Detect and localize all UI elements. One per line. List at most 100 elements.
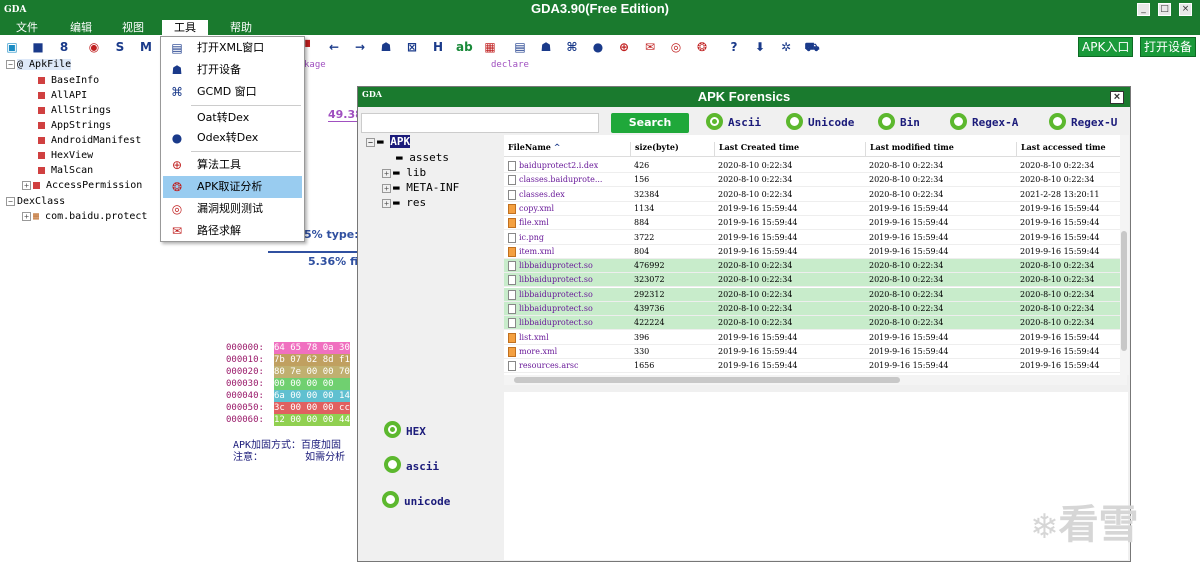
table-row[interactable]: item.xml 804 2019-9-16 15:59:44 2019-9-16 1…: [504, 245, 1124, 259]
collapse-icon[interactable]: −: [6, 59, 15, 69]
close-button[interactable]: ×: [1179, 3, 1192, 16]
filter-icon[interactable]: ✲: [778, 39, 794, 55]
menu-item-oat-dex[interactable]: Oat转Dex: [163, 107, 302, 129]
algorithm-icon[interactable]: ⊕: [616, 39, 632, 55]
radio-view-unicode[interactable]: [382, 491, 399, 508]
menu-item-apk-forensics[interactable]: ❂ APK取证分析: [163, 176, 302, 198]
ab-icon[interactable]: ab: [456, 39, 473, 55]
search-input[interactable]: [361, 113, 599, 133]
mail-icon[interactable]: ✉: [642, 39, 658, 55]
table-row[interactable]: libbaiduprotect.so 323072 2020-8-10 0:22:3…: [504, 273, 1124, 288]
table-row[interactable]: libbaiduprotect.so 422224 2020-8-10 0:22:3…: [504, 316, 1124, 331]
maximize-button[interactable]: □: [1158, 3, 1171, 16]
save-icon[interactable]: ■: [30, 39, 46, 55]
command-icon[interactable]: ⌘: [564, 39, 580, 55]
radio-regex-a[interactable]: [950, 113, 967, 130]
expand-icon[interactable]: +: [382, 183, 391, 193]
radio-bin[interactable]: [878, 113, 895, 130]
menu-item-open-device[interactable]: ☗ 打开设备: [163, 59, 302, 81]
menu-edit[interactable]: 编辑: [58, 20, 104, 35]
apk-entry-button[interactable]: APK入口: [1078, 37, 1134, 57]
col-modified[interactable]: Last modified time: [865, 142, 954, 157]
open-device-button[interactable]: 打开设备: [1140, 37, 1197, 57]
menu-view[interactable]: 视图: [110, 20, 156, 35]
back-arrow-icon[interactable]: ←: [326, 39, 342, 55]
android-icon[interactable]: ☗: [378, 39, 394, 55]
expand-icon[interactable]: +: [22, 180, 31, 190]
tree-package[interactable]: + ▦ com.baidu.protect: [22, 210, 147, 224]
col-accessed[interactable]: Last accessed time: [1016, 142, 1106, 157]
hex-icon[interactable]: H: [430, 39, 446, 55]
tree-item-allapi[interactable]: AllAPI: [38, 89, 87, 103]
table-row[interactable]: libbaiduprotect.so 476992 2020-8-10 0:22:3…: [504, 259, 1124, 274]
apk-root[interactable]: − ▬ APK: [366, 135, 411, 149]
tree-item-androidmanifest[interactable]: AndroidManifest: [38, 134, 141, 148]
radio-ascii[interactable]: [706, 113, 723, 130]
menu-item-path-solve[interactable]: ✉ 路径求解: [163, 220, 302, 242]
close-icon[interactable]: ×: [1110, 91, 1124, 104]
forward-arrow-icon[interactable]: →: [352, 39, 368, 55]
horizontal-scrollbar[interactable]: [504, 375, 1127, 385]
tree-item-malscan[interactable]: MalScan: [38, 164, 93, 178]
menu-help[interactable]: 帮助: [218, 20, 264, 35]
col-size[interactable]: size(byte): [630, 142, 679, 157]
table-row[interactable]: file.xml 884 2019-9-16 15:59:44 2019-9-16 1…: [504, 216, 1124, 231]
tree-item-accesspermission[interactable]: + AccessPermission: [22, 179, 142, 193]
collapse-icon[interactable]: −: [366, 137, 375, 147]
table-row[interactable]: classes.dex 32384 2020-8-10 0:22:34 2020-8-…: [504, 188, 1124, 202]
radio-view-ascii[interactable]: [384, 456, 401, 473]
tree-item-appstrings[interactable]: AppStrings: [38, 119, 111, 133]
scroll-thumb[interactable]: [514, 377, 900, 383]
col-created[interactable]: Last Created time: [714, 142, 799, 157]
collapse-icon[interactable]: −: [6, 196, 15, 206]
radio-hex[interactable]: [384, 421, 401, 438]
link-icon[interactable]: 8: [56, 39, 72, 55]
col-filename[interactable]: FileName ^: [504, 142, 560, 157]
radio-regex-u[interactable]: [1049, 113, 1066, 130]
table-row[interactable]: libbaiduprotect.so 439736 2020-8-10 0:22:3…: [504, 302, 1124, 316]
table-row[interactable]: more.xml 330 2019-9-16 15:59:44 2019-9-16 1…: [504, 345, 1124, 359]
folder-lib[interactable]: + ▬ lib: [382, 166, 426, 180]
table-row[interactable]: ic.png 3722 2019-9-16 15:59:44 2019-9-16 15…: [504, 231, 1124, 245]
search-button[interactable]: Search: [611, 113, 689, 133]
download-icon[interactable]: ⬇: [752, 39, 768, 55]
help-icon[interactable]: ?: [726, 39, 742, 55]
tree-item-allstrings[interactable]: AllStrings: [38, 104, 111, 118]
cart-icon[interactable]: ⛟: [804, 39, 820, 55]
xml-icon[interactable]: ▤: [512, 39, 528, 55]
grid-icon[interactable]: ▦: [482, 39, 498, 55]
radio-unicode[interactable]: [786, 113, 803, 130]
menu-item-algorithm[interactable]: ⊕ 算法工具: [163, 154, 302, 176]
menu-item-vuln-rule-test[interactable]: ◎ 漏洞规则测试: [163, 198, 302, 220]
expand-icon[interactable]: +: [382, 168, 391, 178]
xref-icon[interactable]: ⊠: [404, 39, 420, 55]
method-icon[interactable]: M: [138, 39, 154, 55]
menu-item-open-xml[interactable]: ▤ 打开XML窗口: [163, 37, 302, 59]
oat-icon[interactable]: ●: [590, 39, 606, 55]
table-row[interactable]: resources.arsc 1656 2019-9-16 15:59:44 2019…: [504, 359, 1124, 374]
tree-item-baseinfo[interactable]: BaseInfo: [38, 74, 99, 88]
folder-meta-inf[interactable]: + ▬ META-INF: [382, 181, 459, 195]
menu-tools[interactable]: 工具: [162, 20, 208, 35]
menu-item-odex-dex[interactable]: ● Odex转Dex: [163, 127, 302, 149]
fingerprint-icon[interactable]: ❂: [694, 39, 710, 55]
expand-icon[interactable]: +: [22, 211, 31, 221]
menu-item-gcmd[interactable]: ⌘ GCMD 窗口: [163, 81, 302, 103]
table-row[interactable]: copy.xml 1134 2019-9-16 15:59:44 2019-9-16 …: [504, 202, 1124, 216]
table-row[interactable]: list.xml 396 2019-9-16 15:59:44 2019-9-16 1…: [504, 331, 1124, 345]
open-book-icon[interactable]: ▣: [4, 39, 20, 55]
expand-icon[interactable]: +: [382, 198, 391, 208]
scroll-thumb[interactable]: [1121, 231, 1127, 351]
tree-root-apkfile[interactable]: − @ ApkFile: [6, 58, 72, 72]
device-icon[interactable]: ☗: [538, 39, 554, 55]
folder-assets[interactable]: ▬ assets: [396, 151, 449, 165]
string-icon[interactable]: S: [112, 39, 128, 55]
eye-icon[interactable]: ◎: [668, 39, 684, 55]
vertical-scrollbar[interactable]: [1120, 135, 1129, 375]
menu-file[interactable]: 文件: [4, 20, 50, 35]
folder-res[interactable]: + ▬ res: [382, 196, 426, 210]
table-row[interactable]: baiduprotect2.i.dex 426 2020-8-10 0:22:34 2…: [504, 159, 1124, 173]
table-row[interactable]: classes.baiduprote... 156 2020-8-10 0:22:3…: [504, 173, 1124, 188]
table-row[interactable]: libbaiduprotect.so 292312 2020-8-10 0:22:3…: [504, 287, 1124, 302]
tree-item-hexview[interactable]: HexView: [38, 149, 93, 163]
